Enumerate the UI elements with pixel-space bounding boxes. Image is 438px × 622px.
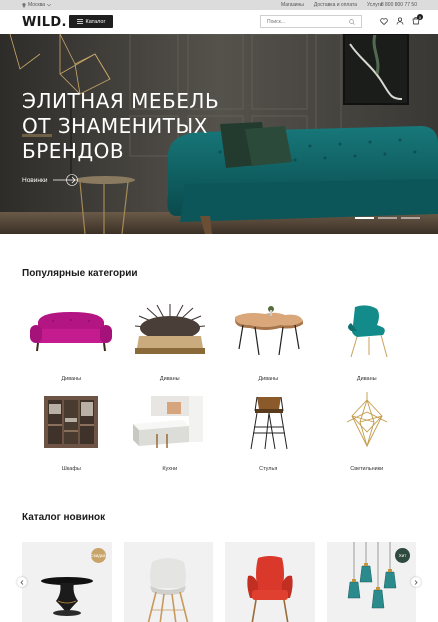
category-card[interactable]: Кухни: [121, 388, 220, 478]
cart-count-badge: 0: [417, 14, 423, 20]
product-card[interactable]: Скидка: [22, 542, 112, 622]
cart-button[interactable]: 0: [412, 14, 423, 25]
hero-title-line: ЭЛИТНАЯ МЕБЕЛЬ: [22, 89, 220, 113]
kitchen-icon: [132, 396, 203, 448]
city-selector[interactable]: Москва: [22, 2, 52, 8]
category-card[interactable]: Светильники: [318, 388, 417, 478]
category-card[interactable]: Диваны: [318, 298, 417, 388]
category-card[interactable]: Диваны: [22, 298, 121, 388]
bar-stool-icon: [250, 396, 288, 450]
pink-sofa-icon: [30, 312, 113, 352]
category-label: Кухни: [162, 466, 178, 472]
category-card[interactable]: Диваны: [219, 298, 318, 388]
carousel-prev-button[interactable]: [17, 577, 27, 587]
search-icon[interactable]: [349, 19, 355, 25]
catalog-new-title: Каталог новинок: [22, 512, 106, 523]
city-label: Москва: [28, 2, 46, 8]
chevron-right-icon: [414, 579, 418, 585]
top-bar: Москва Магазины Доставка и оплата Услуги…: [0, 0, 438, 10]
search-box[interactable]: [260, 15, 362, 28]
white-chair-icon: [147, 558, 189, 622]
catalog-button[interactable]: Каталог: [69, 15, 113, 28]
product-card[interactable]: Хит: [326, 542, 416, 622]
fur-sofa-icon: [134, 304, 205, 354]
black-table-icon: [40, 577, 93, 616]
header: WILD. Каталог 0: [0, 10, 438, 34]
header-icons: 0: [380, 14, 423, 25]
chevron-down-icon: [47, 3, 52, 6]
category-label: Стулья: [259, 466, 278, 472]
products-carousel: Скидка Хит: [22, 542, 416, 622]
slide-indicator[interactable]: [355, 217, 374, 219]
hero-title-line: ОТ ЗНАМЕНИТЫХ: [22, 114, 208, 138]
product-card[interactable]: [225, 542, 315, 622]
user-icon[interactable]: [396, 17, 404, 25]
category-card[interactable]: Диваны: [121, 298, 220, 388]
top-links: Магазины Доставка и оплата Услуги: [281, 2, 382, 8]
category-label: Светильники: [350, 466, 384, 472]
carousel-next-button[interactable]: [411, 577, 421, 587]
chevron-left-icon: [20, 579, 24, 585]
category-label: Диваны: [356, 376, 377, 382]
arrow-right-icon: [53, 174, 79, 186]
location-pin-icon: [22, 2, 26, 8]
hero-link-label: Новинки: [22, 176, 48, 184]
link-delivery[interactable]: Доставка и оплата: [314, 2, 357, 8]
categories-grid: Диваны Диваны Диваны Диваны Шкафы Кухни …: [22, 298, 416, 478]
catalog-button-label: Каталог: [85, 18, 106, 25]
hero-banner[interactable]: ЭЛИТНАЯ МЕБЕЛЬ ОТ ЗНАМЕНИТЫХ БРЕНДОВ Нов…: [0, 34, 438, 234]
teal-chair-icon: [347, 305, 388, 358]
category-label: Диваны: [258, 376, 279, 382]
logo[interactable]: WILD.: [22, 15, 67, 30]
hero-title: ЭЛИТНАЯ МЕБЕЛЬ ОТ ЗНАМЕНИТЫХ БРЕНДОВ: [22, 89, 219, 164]
category-card[interactable]: Шкафы: [22, 388, 121, 478]
heart-icon[interactable]: [380, 17, 388, 25]
discount-badge: Скидка: [90, 548, 106, 563]
product-card[interactable]: [123, 542, 213, 622]
category-card[interactable]: Стулья: [219, 388, 318, 478]
wardrobe-icon: [44, 396, 99, 448]
category-label: Шкафы: [61, 466, 81, 472]
chandelier-icon: [346, 392, 387, 448]
menu-icon: [76, 19, 83, 24]
slide-indicator[interactable]: [401, 217, 420, 219]
hero-pagination: [355, 217, 420, 219]
hero-new-link[interactable]: Новинки: [22, 174, 79, 186]
red-armchair-icon: [247, 556, 293, 622]
search-input[interactable]: [267, 18, 347, 25]
wood-table-icon: [235, 306, 304, 356]
hit-badge: Хит: [395, 548, 410, 563]
popular-categories-title: Популярные категории: [22, 268, 138, 279]
category-label: Диваны: [61, 376, 82, 382]
category-label: Диваны: [159, 376, 180, 382]
hero-title-line: БРЕНДОВ: [22, 139, 125, 163]
link-stores[interactable]: Магазины: [281, 2, 304, 8]
phone-number[interactable]: 8 800 800 77 50: [381, 2, 417, 8]
slide-indicator[interactable]: [378, 217, 397, 219]
